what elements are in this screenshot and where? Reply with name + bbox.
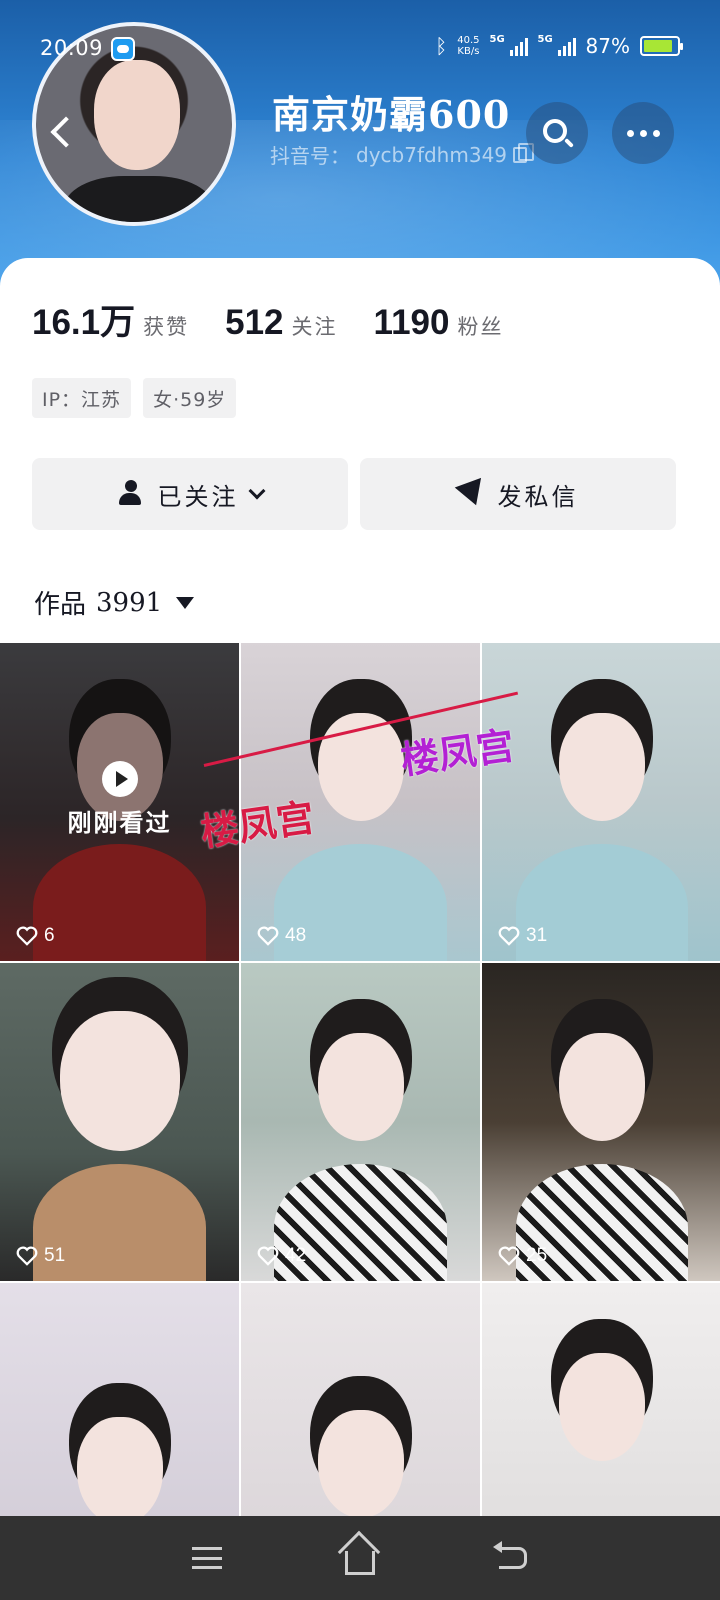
- stats-row: 16.1万 获赞 512 关注 1190 粉丝: [32, 294, 539, 345]
- ip-tag: IP：江苏: [32, 378, 132, 418]
- back-chevron-icon: [50, 116, 82, 148]
- more-button[interactable]: [612, 102, 674, 164]
- like-count: 48: [257, 925, 306, 947]
- chevron-down-icon: [248, 482, 265, 500]
- play-icon: [101, 761, 138, 797]
- video-tile[interactable]: 31: [482, 643, 720, 961]
- signal-icon: 5G: [489, 34, 528, 56]
- heart-icon: [16, 1246, 38, 1266]
- like-count: 51: [16, 1245, 65, 1267]
- message-button[interactable]: 发私信: [360, 458, 676, 530]
- like-number: 6: [44, 925, 55, 946]
- gender-age-tag: 女·59岁: [143, 378, 237, 418]
- video-thumbnail: [59, 1010, 180, 1151]
- video-thumbnail: [317, 1410, 404, 1519]
- like-number: 25: [526, 1245, 548, 1266]
- video-grid: 刚刚看过 6 48 31 51 42 25: [0, 643, 720, 1600]
- status-indicators: ᛒ 40.5 KB/s 5G 5G 87%: [435, 34, 683, 58]
- battery-percent: 87%: [585, 34, 630, 58]
- like-number: 31: [526, 925, 548, 946]
- net-speed: 40.5 KB/s: [457, 35, 479, 57]
- heart-icon: [257, 1246, 279, 1266]
- heart-icon: [16, 926, 38, 946]
- more-dots-icon: [626, 129, 660, 137]
- followed-label: 已关注: [157, 482, 239, 511]
- stat-label: 获赞: [143, 315, 190, 339]
- heart-icon: [498, 1246, 520, 1266]
- net-speed-unit: KB/s: [457, 46, 480, 57]
- followed-button[interactable]: 已关注: [32, 458, 348, 530]
- nav-menu-button[interactable]: [177, 1528, 237, 1588]
- stat-followers[interactable]: 1190 粉丝: [374, 303, 504, 343]
- nickname: 南京奶霸600: [272, 92, 511, 137]
- like-count: 42: [257, 1245, 306, 1267]
- stat-label: 关注: [291, 315, 338, 339]
- douyin-id-label: 抖音号：: [270, 144, 350, 168]
- search-button[interactable]: [526, 102, 588, 164]
- like-number: 51: [44, 1245, 66, 1266]
- douyin-id-value: dycb7fdhm349: [356, 142, 508, 167]
- like-count: 31: [498, 925, 547, 947]
- stat-number: 1190: [373, 303, 450, 342]
- stat-label: 粉丝: [457, 315, 504, 339]
- profile-tags: IP：江苏 女·59岁: [32, 378, 237, 418]
- nav-home-button[interactable]: [330, 1528, 390, 1588]
- message-label: 发私信: [497, 482, 579, 511]
- status-bar: 20:09 ᛒ 40.5 KB/s 5G 5G 87%: [0, 30, 720, 66]
- stat-number: 16.1万: [32, 303, 136, 342]
- heart-icon: [257, 926, 279, 946]
- weather-app-icon: [111, 37, 135, 61]
- back-button[interactable]: [36, 100, 88, 164]
- status-time: 20:09: [40, 36, 104, 60]
- stat-following[interactable]: 512 关注: [225, 303, 337, 343]
- signal-icon: 5G: [537, 34, 576, 56]
- signal-label: 5G: [537, 34, 553, 45]
- search-icon: [543, 119, 567, 143]
- works-count: 3991: [96, 587, 163, 618]
- bluetooth-icon: ᛒ: [435, 34, 448, 58]
- video-tile[interactable]: 51: [0, 963, 239, 1281]
- video-thumbnail: [559, 1032, 645, 1141]
- video-thumbnail: [76, 1416, 163, 1525]
- battery-fill: [644, 40, 672, 52]
- signal-label: 5G: [489, 34, 505, 45]
- caret-down-icon: [176, 596, 195, 609]
- heart-icon: [498, 926, 520, 946]
- send-icon: [454, 477, 489, 511]
- home-icon: [344, 1551, 375, 1575]
- user-check-icon: [118, 480, 146, 508]
- video-tile[interactable]: 25: [482, 963, 720, 1281]
- like-number: 42: [285, 1245, 307, 1266]
- nav-back-button[interactable]: [483, 1528, 543, 1588]
- works-tab[interactable]: 作品 3991: [34, 584, 195, 621]
- battery-icon: [640, 36, 683, 56]
- back-icon: [493, 1541, 528, 1569]
- works-label: 作品: [34, 590, 87, 620]
- stat-likes[interactable]: 16.1万 获赞: [32, 294, 189, 345]
- video-thumbnail: [559, 1352, 645, 1461]
- stat-number: 512: [225, 303, 284, 342]
- douyin-id-row[interactable]: 抖音号： dycb7fdhm349: [270, 140, 535, 169]
- video-thumbnail: [317, 1032, 404, 1141]
- copy-icon[interactable]: [513, 142, 535, 163]
- video-tile[interactable]: 42: [241, 963, 480, 1281]
- like-number: 48: [285, 925, 307, 946]
- system-nav-bar: [0, 1516, 720, 1600]
- menu-icon: [191, 1547, 222, 1569]
- like-count: 25: [498, 1245, 547, 1267]
- net-speed-value: 40.5: [457, 35, 480, 46]
- like-count: 6: [16, 925, 55, 947]
- video-thumbnail: [559, 712, 645, 821]
